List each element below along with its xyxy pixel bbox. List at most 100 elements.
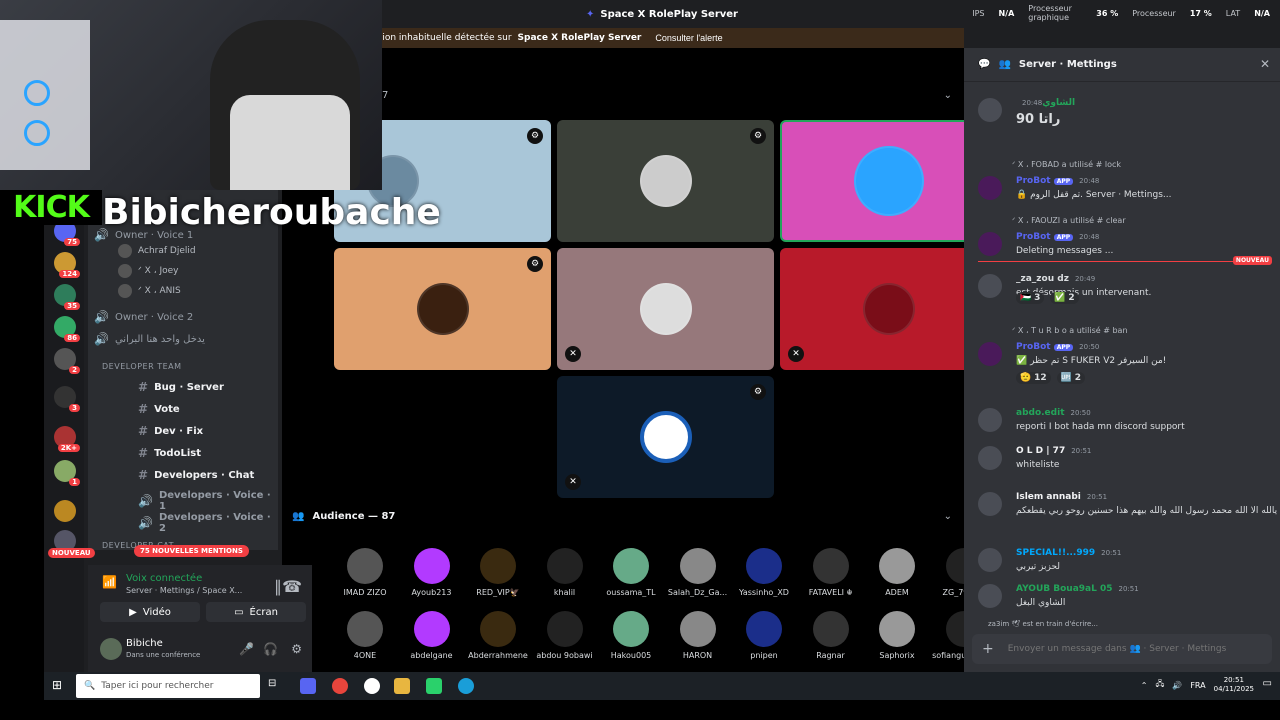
message-input[interactable] bbox=[1007, 644, 1228, 654]
avatar[interactable] bbox=[978, 232, 1002, 256]
server-icon[interactable]: 2K+ bbox=[54, 426, 80, 452]
audience-member[interactable]: ADEM bbox=[864, 548, 930, 597]
channel-item[interactable]: # TodoList bbox=[138, 446, 201, 460]
audience-member[interactable]: Hakou005 bbox=[598, 611, 664, 660]
audience-member[interactable]: RED_VIP🦅 bbox=[465, 548, 531, 597]
avatar[interactable] bbox=[978, 492, 1002, 516]
microphone-icon[interactable]: 🎤 bbox=[239, 642, 254, 656]
headphones-icon[interactable]: 🎧 bbox=[263, 642, 278, 656]
author-name[interactable]: O L D | 77 20:51 bbox=[1016, 446, 1091, 456]
audience-member[interactable]: Ayoub213 bbox=[399, 548, 465, 597]
edge-icon[interactable] bbox=[458, 678, 474, 694]
voice-location[interactable]: Server · Mettings / Space X... bbox=[126, 586, 242, 595]
discord-icon[interactable] bbox=[300, 678, 316, 694]
close-icon[interactable]: ✕ bbox=[1260, 57, 1270, 71]
screen-button[interactable]: ▭ Écran bbox=[206, 602, 306, 622]
soundboard-icon[interactable]: ∥ bbox=[274, 577, 282, 596]
audience-member[interactable]: khalil bbox=[532, 548, 598, 597]
hash-icon: # bbox=[138, 402, 149, 416]
server-icon[interactable]: 35 bbox=[54, 284, 80, 310]
server-icon[interactable]: 86 bbox=[54, 316, 80, 342]
app-icon[interactable] bbox=[426, 678, 442, 694]
channel-item[interactable]: # Dev · Fix bbox=[138, 424, 203, 438]
audience-member[interactable]: Yassinho_XD bbox=[731, 548, 797, 597]
speaker-tile[interactable]: ⚙✕ bbox=[557, 376, 774, 498]
voice-user[interactable]: Achraf Djelid bbox=[118, 244, 196, 258]
author-name[interactable]: AYOUB Boua9aL 05 20:51 bbox=[1016, 584, 1139, 594]
speaker-tile[interactable]: ⚙ bbox=[334, 248, 551, 370]
server-icon[interactable] bbox=[54, 500, 76, 522]
audience-member[interactable]: oussama_TL bbox=[598, 548, 664, 597]
channel-item[interactable]: # Bug · Server bbox=[138, 380, 224, 394]
server-icon[interactable]: 124 bbox=[54, 252, 80, 278]
avatar[interactable] bbox=[100, 638, 122, 660]
avatar[interactable] bbox=[978, 98, 1002, 122]
disconnect-icon[interactable]: ☎ bbox=[282, 577, 302, 596]
chevron-down-icon[interactable]: ⌄ bbox=[944, 90, 952, 101]
avatar[interactable] bbox=[978, 342, 1002, 366]
view-alert-button[interactable]: Consulter l'alerte bbox=[655, 33, 722, 43]
avatar[interactable] bbox=[978, 548, 1002, 572]
chrome-icon[interactable] bbox=[332, 678, 348, 694]
author-name[interactable]: Islem annabi 20:51 bbox=[1016, 492, 1107, 502]
voice-user[interactable]: ᐟ X ، ANIS bbox=[118, 284, 181, 298]
app-tag: APP bbox=[1053, 344, 1074, 351]
chevron-down-icon[interactable]: ⌄ bbox=[944, 511, 952, 522]
app-icon[interactable] bbox=[364, 678, 380, 694]
gear-icon[interactable]: ⚙ bbox=[291, 642, 302, 656]
audience-member[interactable]: Saphorix bbox=[864, 611, 930, 660]
author-name[interactable]: SPECIAL!!...999 20:51 bbox=[1016, 548, 1121, 558]
author-name[interactable]: الشاوي20:48 bbox=[1016, 98, 1075, 108]
volume-icon[interactable]: 🔊 bbox=[1172, 681, 1182, 690]
channel-item[interactable]: # Vote bbox=[138, 402, 180, 416]
audience-member[interactable]: 4ONE bbox=[332, 611, 398, 660]
author-name[interactable]: _za_zou dz 20:49 bbox=[1016, 274, 1095, 284]
reaction[interactable]: 🫡 12 bbox=[1016, 372, 1051, 384]
category-header[interactable]: DEVELOPER TEAM bbox=[102, 362, 182, 371]
notifications-icon[interactable]: ▭ bbox=[1263, 678, 1272, 689]
mentions-pill[interactable]: 75 NOUVELLES MENTIONS bbox=[134, 545, 249, 557]
avatar[interactable] bbox=[978, 408, 1002, 432]
avatar[interactable] bbox=[978, 176, 1002, 200]
avatar[interactable] bbox=[978, 446, 1002, 470]
server-icon[interactable]: 1 bbox=[54, 460, 80, 486]
audience-member[interactable]: Abderrahmene bbox=[465, 611, 531, 660]
author-name[interactable]: abdo.edit 20:50 bbox=[1016, 408, 1091, 418]
author-name[interactable]: ProBot APP 20:48 bbox=[1016, 176, 1099, 186]
plus-icon[interactable]: + bbox=[982, 641, 994, 657]
reaction[interactable]: ✅ 2 bbox=[1050, 292, 1079, 304]
reaction[interactable]: 🆙 2 bbox=[1056, 372, 1085, 384]
audience-member[interactable]: Ragnar bbox=[798, 611, 864, 660]
audience-member[interactable]: pnipen bbox=[731, 611, 797, 660]
audience-member[interactable]: Salah_Dz_Ga... bbox=[665, 548, 731, 597]
audience-member[interactable]: IMAD ZIZO bbox=[332, 548, 398, 597]
server-icon[interactable]: 2 bbox=[54, 348, 80, 374]
windows-start-icon[interactable]: ⊞ bbox=[52, 678, 62, 692]
folder-icon[interactable] bbox=[394, 678, 410, 694]
audience-member[interactable]: abdou 9obawi bbox=[532, 611, 598, 660]
voice-channel[interactable]: 🔊 يدخل واحد هنا البراني bbox=[94, 332, 205, 346]
task-view-icon[interactable]: ⊟ bbox=[268, 678, 284, 694]
network-icon[interactable]: 🖧 bbox=[1155, 678, 1164, 692]
author-name[interactable]: ProBot APP 20:50 bbox=[1016, 342, 1099, 352]
chevron-up-icon[interactable]: ⌃ bbox=[1141, 681, 1148, 690]
language[interactable]: FRA bbox=[1190, 681, 1205, 690]
video-button[interactable]: ▶ Vidéo bbox=[100, 602, 200, 622]
reaction[interactable]: 🇵🇸 3 bbox=[1016, 292, 1045, 304]
avatar[interactable] bbox=[978, 274, 1002, 298]
speaker-tile[interactable]: ⚙ bbox=[557, 120, 774, 242]
server-icon[interactable]: 3 bbox=[54, 386, 80, 412]
author-name[interactable]: ProBot APP 20:48 bbox=[1016, 232, 1099, 242]
audience-member[interactable]: FATAVELI ☬ bbox=[798, 548, 864, 597]
taskbar-search[interactable]: 🔍 Taper ici pour rechercher bbox=[76, 674, 260, 698]
audience-member[interactable]: HARON bbox=[665, 611, 731, 660]
channel-item[interactable]: 🔊 Developers · Voice · 1 bbox=[138, 490, 278, 512]
audience-member[interactable]: abdelgane bbox=[399, 611, 465, 660]
clock[interactable]: 20:51 04/11/2025 bbox=[1214, 676, 1254, 694]
avatar[interactable] bbox=[978, 584, 1002, 608]
voice-channel[interactable]: 🔊 Owner · Voice 2 bbox=[94, 310, 193, 324]
channel-item[interactable]: # Developers · Chat bbox=[138, 468, 254, 482]
speaker-tile[interactable]: ✕ bbox=[557, 248, 774, 370]
voice-user[interactable]: ᐟ X ، Joey bbox=[118, 264, 179, 278]
channel-item[interactable]: 🔊 Developers · Voice · 2 bbox=[138, 512, 278, 534]
